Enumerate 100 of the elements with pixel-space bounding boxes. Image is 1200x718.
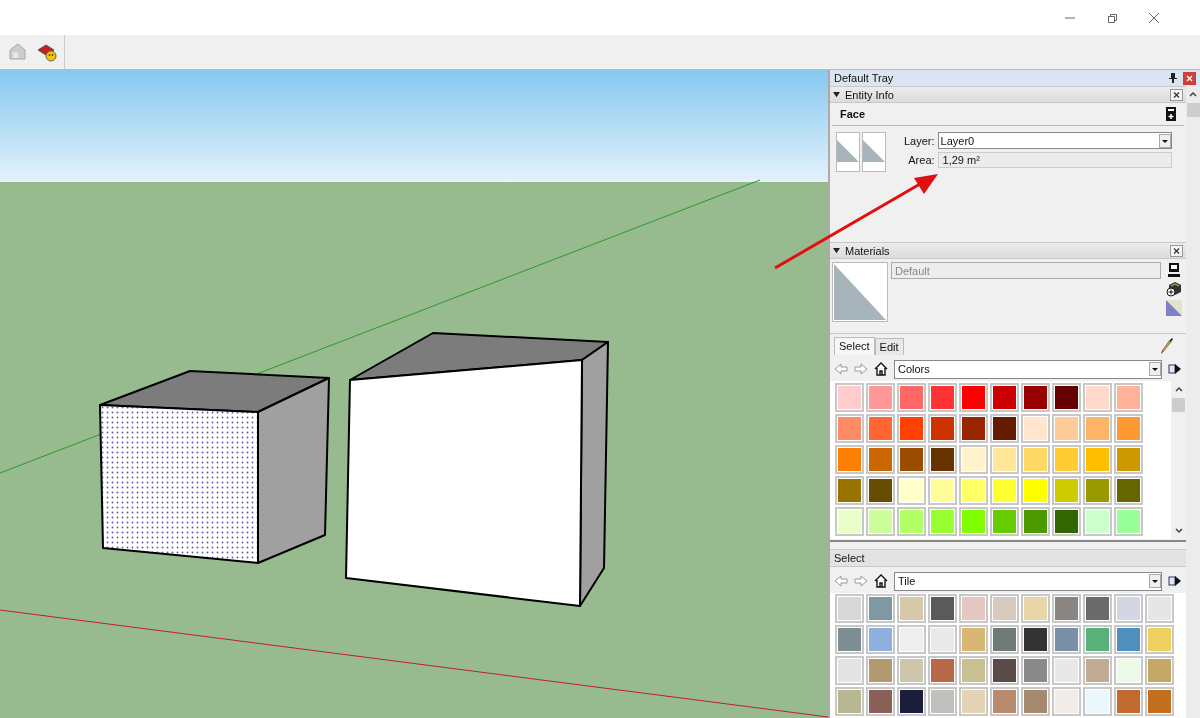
- color-swatch[interactable]: [1054, 509, 1079, 534]
- forward-arrow-icon[interactable]: [854, 362, 868, 376]
- texture-swatch[interactable]: [930, 658, 955, 683]
- color-swatch[interactable]: [961, 385, 986, 410]
- color-swatch[interactable]: [837, 509, 862, 534]
- scroll-up-icon[interactable]: [1173, 384, 1184, 394]
- texture-swatch[interactable]: [992, 596, 1017, 621]
- library-dropdown[interactable]: Tile: [894, 571, 1162, 591]
- color-swatch[interactable]: [868, 416, 893, 441]
- texture-swatch[interactable]: [837, 596, 862, 621]
- pin-icon[interactable]: [1169, 73, 1177, 83]
- scroll-thumb[interactable]: [1186, 103, 1200, 117]
- texture-swatch[interactable]: [992, 689, 1017, 714]
- color-swatch[interactable]: [899, 509, 924, 534]
- texture-swatch[interactable]: [1054, 627, 1079, 652]
- texture-swatch[interactable]: [837, 627, 862, 652]
- color-swatch[interactable]: [868, 509, 893, 534]
- color-swatch[interactable]: [1054, 385, 1079, 410]
- color-swatch[interactable]: [961, 416, 986, 441]
- tab[interactable]: Select: [834, 337, 875, 355]
- front-material-thumbnail[interactable]: [836, 132, 860, 172]
- texture-swatch[interactable]: [1085, 689, 1110, 714]
- color-swatch[interactable]: [961, 478, 986, 503]
- texture-swatch[interactable]: [1023, 658, 1048, 683]
- color-swatch[interactable]: [992, 385, 1017, 410]
- add-material-icon[interactable]: [1166, 281, 1182, 297]
- color-swatch[interactable]: [1023, 416, 1048, 441]
- color-swatch[interactable]: [961, 509, 986, 534]
- texture-swatch[interactable]: [868, 596, 893, 621]
- color-swatch[interactable]: [1085, 447, 1110, 472]
- texture-swatch[interactable]: [961, 689, 986, 714]
- close-icon[interactable]: [1148, 11, 1160, 24]
- texture-swatch[interactable]: [961, 658, 986, 683]
- color-swatch[interactable]: [992, 478, 1017, 503]
- color-swatch[interactable]: [1116, 509, 1141, 534]
- close-icon[interactable]: [1170, 244, 1183, 257]
- color-swatch[interactable]: [899, 447, 924, 472]
- texture-swatch[interactable]: [1085, 596, 1110, 621]
- texture-swatch[interactable]: [1147, 596, 1172, 621]
- texture-swatch[interactable]: [899, 627, 924, 652]
- texture-swatch[interactable]: [1054, 658, 1079, 683]
- monitor-icon[interactable]: [1166, 262, 1182, 278]
- color-swatch[interactable]: [837, 385, 862, 410]
- details-arrow-icon[interactable]: [1168, 574, 1182, 588]
- texture-swatch[interactable]: [1116, 689, 1141, 714]
- color-swatch[interactable]: [1116, 447, 1141, 472]
- texture-swatch[interactable]: [899, 658, 924, 683]
- home-icon[interactable]: [874, 574, 888, 588]
- texture-swatch[interactable]: [930, 596, 955, 621]
- color-swatch[interactable]: [868, 447, 893, 472]
- color-swatch[interactable]: [1023, 509, 1048, 534]
- texture-swatch[interactable]: [899, 596, 924, 621]
- texture-swatch[interactable]: [961, 627, 986, 652]
- color-swatch[interactable]: [899, 416, 924, 441]
- texture-swatch[interactable]: [992, 627, 1017, 652]
- texture-swatch[interactable]: [1116, 658, 1141, 683]
- color-swatch[interactable]: [1085, 385, 1110, 410]
- color-swatch[interactable]: [992, 416, 1017, 441]
- color-swatch[interactable]: [1116, 416, 1141, 441]
- scroll-down-icon[interactable]: [1173, 526, 1184, 536]
- color-swatch[interactable]: [930, 478, 955, 503]
- layer-dropdown[interactable]: Layer0: [937, 132, 1172, 149]
- texture-swatch[interactable]: [1116, 627, 1141, 652]
- house-icon[interactable]: [6, 41, 28, 63]
- color-swatch[interactable]: [1054, 478, 1079, 503]
- texture-swatch[interactable]: [837, 689, 862, 714]
- forward-arrow-icon[interactable]: [854, 574, 868, 588]
- scrollbar[interactable]: [1186, 86, 1200, 718]
- color-swatch[interactable]: [1085, 478, 1110, 503]
- texture-swatch[interactable]: [1054, 689, 1079, 714]
- color-swatch[interactable]: [837, 447, 862, 472]
- back-material-thumbnail[interactable]: [862, 132, 886, 172]
- texture-swatch[interactable]: [837, 658, 862, 683]
- texture-swatch[interactable]: [1023, 689, 1048, 714]
- color-swatch[interactable]: [837, 416, 862, 441]
- color-swatch[interactable]: [899, 478, 924, 503]
- collapse-triangle-icon[interactable]: [833, 247, 840, 254]
- color-swatch[interactable]: [868, 478, 893, 503]
- texture-swatch[interactable]: [899, 689, 924, 714]
- details-arrow-icon[interactable]: [1168, 362, 1182, 376]
- color-swatch[interactable]: [1085, 416, 1110, 441]
- scroll-thumb[interactable]: [1172, 398, 1185, 412]
- color-swatch[interactable]: [868, 385, 893, 410]
- texture-swatch[interactable]: [1023, 596, 1048, 621]
- color-swatch[interactable]: [1116, 385, 1141, 410]
- color-swatch[interactable]: [961, 447, 986, 472]
- texture-swatch[interactable]: [868, 658, 893, 683]
- color-swatch[interactable]: [1023, 478, 1048, 503]
- texture-swatch[interactable]: [930, 689, 955, 714]
- color-swatch[interactable]: [992, 509, 1017, 534]
- home-icon[interactable]: [874, 362, 888, 376]
- restore-icon[interactable]: [1106, 11, 1118, 24]
- back-arrow-icon[interactable]: [834, 362, 848, 376]
- close-icon[interactable]: [1170, 88, 1183, 101]
- collapse-triangle-icon[interactable]: [833, 91, 840, 98]
- texture-swatch[interactable]: [868, 627, 893, 652]
- tab[interactable]: Edit: [874, 338, 904, 355]
- texture-swatch[interactable]: [1085, 627, 1110, 652]
- texture-swatch[interactable]: [992, 658, 1017, 683]
- texture-swatch[interactable]: [868, 689, 893, 714]
